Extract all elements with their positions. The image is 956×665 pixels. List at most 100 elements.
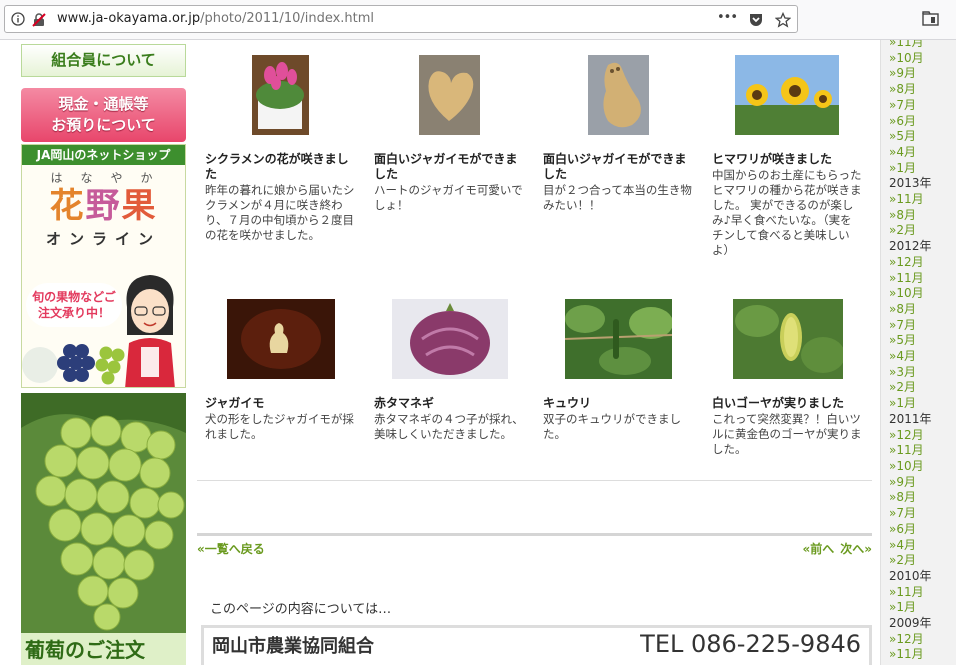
archive-month-link[interactable]: »5月 — [881, 333, 956, 349]
archive-month-link[interactable]: »2月 — [881, 553, 956, 569]
photo-card[interactable]: 面白いジャガイモができました ハートのジャガイモ可愛いでしょ！ — [374, 55, 524, 213]
archive-month-link[interactable]: »1月 — [881, 600, 956, 616]
shop-online-label: オンライン — [45, 230, 161, 248]
card-description: 双子のキュウリができました。 — [543, 412, 681, 441]
archive-month-link[interactable]: »11月 — [881, 585, 956, 601]
online-shop-banner[interactable]: JA岡山のネットショップ はなやか 花野果 オンライン 旬の果物などご注文承り中… — [21, 144, 186, 388]
archive-month-link[interactable]: »1月 — [881, 161, 956, 177]
organization-name: 岡山市農業協同組合 — [212, 636, 374, 657]
archive-sidebar: »11月 »10月 »9月 »8月 »7月 »6月 »5月 »4月 »1月 2013年 »11月 »8… — [880, 40, 956, 665]
archive-month-link[interactable]: »9月 — [881, 475, 956, 491]
archive-month-link[interactable]: »7月 — [881, 98, 956, 114]
archive-month-link[interactable]: »7月 — [881, 318, 956, 334]
archive-month-link[interactable]: »7月 — [881, 506, 956, 522]
contact-lead: このページの内容については… — [210, 602, 392, 617]
archive-month-link[interactable]: »12月 — [881, 632, 956, 648]
photo-card[interactable]: 赤タマネギ 赤タマネギの４つ子が採れ、美味しくいただきました。 — [374, 299, 524, 442]
sunflower-photo[interactable] — [735, 55, 839, 135]
archive-month-link[interactable]: »10月 — [881, 459, 956, 475]
card-title[interactable]: ジャガイモ — [205, 396, 355, 411]
archive-month-link[interactable]: »12月 — [881, 255, 956, 271]
prev-link[interactable]: «前へ — [802, 542, 834, 556]
archive-month-link[interactable]: »8月 — [881, 208, 956, 224]
card-title[interactable]: 面白いジャガイモができました — [374, 152, 524, 182]
archive-month-link[interactable]: »11月 — [881, 40, 956, 51]
archive-month-link[interactable]: »12月 — [881, 428, 956, 444]
archive-month-link[interactable]: »11月 — [881, 192, 956, 208]
star-icon[interactable] — [774, 11, 792, 32]
info-icon[interactable] — [11, 12, 25, 30]
url-text[interactable]: www.ja-okayama.or.jp/photo/2011/10/index… — [57, 11, 374, 26]
archive-month-link[interactable]: »1月 — [881, 396, 956, 412]
creature-potato-photo[interactable] — [588, 55, 649, 135]
browser-toolbar: www.ja-okayama.or.jp/photo/2011/10/index… — [0, 0, 956, 40]
next-link[interactable]: 次へ» — [840, 542, 872, 556]
contact-box: 岡山市農業協同組合 TEL 086-225-9846 — [201, 625, 872, 665]
archive-year: 2010年 — [889, 568, 932, 583]
pocket-icon[interactable] — [748, 12, 764, 32]
card-title[interactable]: 面白いジャガイモができました — [543, 152, 693, 182]
card-description: 犬の形をしたジャガイモが採れました。 — [205, 412, 354, 441]
archive-month-link[interactable]: »11月 — [881, 271, 956, 287]
archive-list: »11月 »10月 »9月 »8月 »7月 »6月 »5月 »4月 »1月 2013年 »11月 »8… — [881, 40, 956, 663]
fruit-illustration — [22, 344, 125, 385]
archive-month-link[interactable]: »6月 — [881, 522, 956, 538]
white-goya-photo[interactable] — [733, 299, 843, 379]
archive-month-link[interactable]: »11月 — [881, 443, 956, 459]
grape-order-banner[interactable]: 葡萄のご注文 — [21, 393, 186, 665]
card-title[interactable]: 白いゴーヤが実りました — [712, 396, 862, 411]
archive-month-link[interactable]: »8月 — [881, 490, 956, 506]
card-description: ハートのジャガイモ可愛いでしょ！ — [374, 183, 523, 212]
card-title[interactable]: キュウリ — [543, 396, 693, 411]
dog-potato-photo[interactable] — [227, 299, 335, 379]
archive-month-link[interactable]: »11月 — [881, 647, 956, 663]
archive-month-link[interactable]: »10月 — [881, 51, 956, 67]
more-icon[interactable]: ••• — [717, 10, 738, 26]
archive-month-link[interactable]: »9月 — [881, 66, 956, 82]
red-onion-photo[interactable] — [392, 299, 508, 379]
card-title[interactable]: シクラメンの花が咲きました — [205, 152, 355, 182]
archive-month-link[interactable]: »5月 — [881, 129, 956, 145]
archive-month-link[interactable]: »2月 — [881, 223, 956, 239]
card-title[interactable]: ヒマワリが咲きました — [712, 152, 862, 167]
card-description: 赤タマネギの４つ子が採れ、美味しくいただきました。 — [374, 412, 524, 441]
photo-card[interactable]: ヒマワリが咲きました 中国からのお土産にもらったヒマワリの種から花が咲きました。… — [712, 55, 862, 258]
back-to-list-link[interactable]: «一覧へ戻る — [197, 540, 265, 557]
archive-year: 2013年 — [889, 176, 932, 191]
archive-month-link[interactable]: »8月 — [881, 82, 956, 98]
heart-potato-photo[interactable] — [419, 55, 480, 135]
deposit-banner[interactable]: 現金・通帳等 お預りについて — [21, 88, 186, 142]
card-title[interactable]: 赤タマネギ — [374, 396, 524, 411]
archive-month-link[interactable]: »10月 — [881, 286, 956, 302]
photo-card[interactable]: キュウリ 双子のキュウリができました。 — [543, 299, 693, 442]
archive-month-link[interactable]: »3月 — [881, 365, 956, 381]
archive-year: 2012年 — [889, 239, 932, 254]
library-icon[interactable] — [922, 11, 940, 31]
grape-order-label: 葡萄のご注文 — [21, 633, 186, 665]
member-banner[interactable]: 組合員について — [21, 44, 186, 77]
cucumber-photo[interactable] — [565, 299, 672, 379]
cyclamen-photo[interactable] — [252, 55, 309, 135]
archive-year: 2009年 — [889, 616, 932, 631]
photo-card[interactable]: 白いゴーヤが実りました これって突然変異？！白いツルに黄金色のゴーヤが実りました… — [712, 299, 862, 457]
phone-number: TEL 086-225-9846 — [640, 630, 861, 658]
archive-month-link[interactable]: »4月 — [881, 538, 956, 554]
insecure-lock-icon[interactable] — [31, 12, 47, 32]
photo-card[interactable]: ジャガイモ 犬の形をしたジャガイモが採れました。 — [205, 299, 355, 442]
archive-month-link[interactable]: »4月 — [881, 145, 956, 161]
photo-gallery: シクラメンの花が咲きました 昨年の暮れに娘から届いたシクラメンが４月に咲き終わり… — [197, 40, 872, 665]
left-sidebar: 組合員について 現金・通帳等 お預りについて JA岡山のネットショップ はなやか… — [21, 40, 186, 665]
archive-year: 2011年 — [889, 411, 932, 426]
archive-month-link[interactable]: »8月 — [881, 302, 956, 318]
address-bar[interactable]: www.ja-okayama.or.jp/photo/2011/10/index… — [4, 5, 798, 33]
deposit-line-2: お預りについて — [51, 116, 156, 134]
card-description: 中国からのお土産にもらったヒマワリの種から花が咲きました。 実ができるのが楽しみ… — [712, 168, 862, 257]
grape-photo — [21, 393, 186, 633]
archive-month-link[interactable]: »4月 — [881, 349, 956, 365]
photo-card[interactable]: 面白いジャガイモができました 目が２つ合って本当の生き物みたい！！ — [543, 55, 693, 213]
photo-card[interactable]: シクラメンの花が咲きました 昨年の暮れに娘から届いたシクラメンが４月に咲き終わり… — [205, 55, 355, 243]
archive-month-link[interactable]: »2月 — [881, 380, 956, 396]
archive-month-link[interactable]: »6月 — [881, 114, 956, 130]
pager: «前へ 次へ» — [802, 540, 872, 557]
shop-name: 花野果 — [49, 186, 158, 226]
